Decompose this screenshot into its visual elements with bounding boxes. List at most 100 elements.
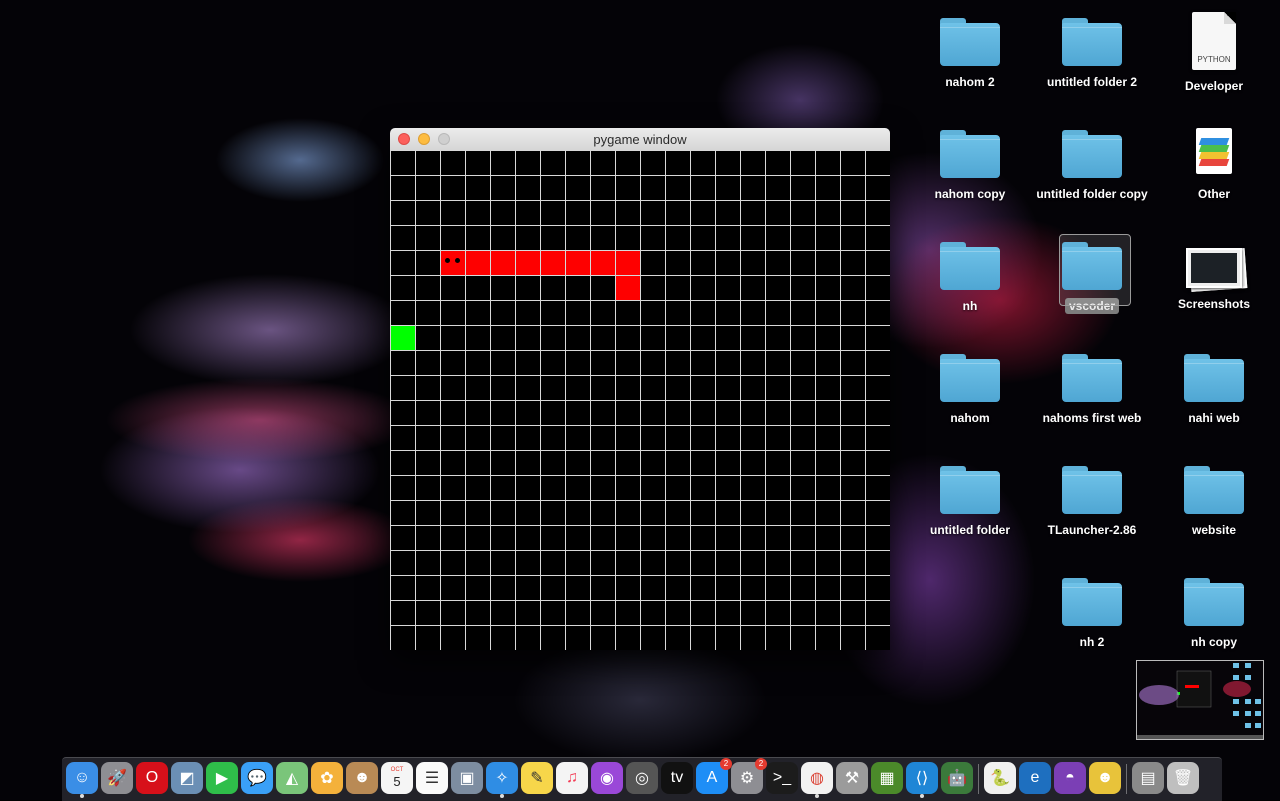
desktop-item-label: Developer: [1184, 79, 1244, 93]
dock-item-glyph: e: [1030, 769, 1040, 786]
edge-icon[interactable]: e: [1019, 762, 1051, 794]
purple-app-icon[interactable]: ◓: [1054, 762, 1086, 794]
safari-icon[interactable]: ✧: [486, 762, 518, 798]
folder-icon: [1184, 354, 1244, 402]
minecraft-icon[interactable]: ▦: [871, 762, 903, 794]
automator-icon[interactable]: ⚒: [836, 762, 868, 794]
folder-icon: [940, 130, 1000, 178]
cyberduck-icon[interactable]: ☻: [1089, 762, 1121, 794]
launchpad-icon[interactable]: 🚀: [101, 762, 133, 794]
android-icon[interactable]: 🤖: [941, 762, 973, 794]
folder-icon: [1062, 354, 1122, 402]
chrome-icon[interactable]: ◍: [801, 762, 833, 798]
snake-body-segment: [616, 251, 640, 275]
facetime-icon[interactable]: ▶: [206, 762, 238, 794]
snake-head: [441, 251, 465, 275]
window-titlebar[interactable]: pygame window: [390, 128, 890, 151]
dock-item-glyph: 🤖: [947, 770, 967, 787]
running-indicator: [815, 794, 819, 798]
dock-item-glyph: ☺: [73, 769, 91, 786]
notes-icon[interactable]: ✎: [521, 762, 553, 794]
folder-icon: [1062, 18, 1122, 66]
folder-icon: [940, 242, 1000, 290]
desktop-item-nahom-2[interactable]: nahom 2: [910, 18, 1030, 91]
dock-item-glyph: ♫: [566, 769, 578, 786]
dock-item-glyph: ◍: [810, 770, 824, 787]
desktop-item-nh-2[interactable]: nh 2: [1032, 578, 1152, 651]
desktop-item-nahom[interactable]: nahom: [910, 354, 1030, 427]
running-indicator: [500, 794, 504, 798]
calendar-icon[interactable]: OCT 5: [381, 762, 413, 794]
dock-item-glyph: 🗑: [1172, 770, 1194, 787]
pygame-window[interactable]: pygame window: [390, 128, 890, 650]
screenshot-icon[interactable]: ◎: [626, 762, 658, 794]
screenshots-folder-icon: [1186, 248, 1248, 292]
desktop-item-label: TLauncher-2.86: [1047, 523, 1137, 537]
downloads-stack-icon[interactable]: ▤: [1132, 762, 1164, 794]
desktop-item-nahi-web[interactable]: nahi web: [1154, 354, 1274, 427]
reminders-icon[interactable]: ☰: [416, 762, 448, 794]
desktop-item-label: untitled folder: [930, 523, 1010, 537]
dock-item-glyph: ◓: [1065, 769, 1075, 786]
desktop-item-other[interactable]: Other: [1154, 128, 1274, 203]
thumbnail-image: [1137, 663, 1263, 739]
desktop-item-website[interactable]: website: [1154, 466, 1274, 539]
folder-icon: [940, 466, 1000, 514]
photos-icon[interactable]: ✿: [311, 762, 343, 794]
desktop-item-untitled-folder-copy[interactable]: untitled folder copy: [1032, 130, 1152, 203]
snake-left-eye: [445, 258, 450, 263]
desktop-item-label: nahi web: [1188, 411, 1240, 425]
maps-icon[interactable]: ◭: [276, 762, 308, 794]
dock-item-glyph: ▣: [459, 770, 475, 787]
desktop-item-nahoms-first-web[interactable]: nahoms first web: [1032, 354, 1152, 427]
dock-item-glyph: ▶: [215, 770, 229, 787]
snake-game-board[interactable]: [390, 150, 890, 650]
desktop-item-label: nahom 2: [945, 75, 995, 89]
folder-icon: [940, 18, 1000, 66]
dock-item-glyph: ⟨⟩: [915, 770, 929, 787]
contacts-icon[interactable]: ☻: [346, 762, 378, 794]
dock: ☺ 🚀 O ◩ ▶ 💬 ◭ ✿ ☻ OCT 5 ☰ ▣ ✧ ✎ ♫ ◉ ◎ tv A 2 ⚙ 2 >_ ◍ ⚒ ▦ ⟨⟩ 🤖 🐍 e ◓ ☻ ▤ 🗑: [62, 757, 1222, 801]
system-preferences-icon[interactable]: ⚙ 2: [731, 758, 767, 794]
dock-item-glyph: ◩: [179, 770, 195, 787]
apple-tv-icon[interactable]: tv: [661, 762, 693, 794]
dock-item-glyph: ☻: [353, 769, 371, 786]
dock-item-glyph: ✎: [530, 770, 544, 787]
trash-icon[interactable]: 🗑: [1167, 762, 1199, 794]
finder-icon[interactable]: ☺: [66, 762, 98, 798]
folder-icon: [1062, 130, 1122, 178]
desktop-item-nh[interactable]: nh: [910, 242, 1030, 315]
snake-body-segment: [591, 251, 615, 275]
folder-icon: [940, 354, 1000, 402]
dock-item-glyph: ⚙: [739, 770, 755, 787]
messages-icon[interactable]: 💬: [241, 762, 273, 794]
image-capture-icon[interactable]: ▣: [451, 762, 483, 794]
desktop-item-untitled-folder-2[interactable]: untitled folder 2: [1032, 18, 1152, 91]
screenshot-preview-thumbnail[interactable]: [1136, 660, 1264, 740]
desktop-item-nh-copy[interactable]: nh copy: [1154, 578, 1274, 651]
desktop-item-vscoder[interactable]: vscoder: [1032, 234, 1152, 315]
desktop-item-nahom-copy[interactable]: nahom copy: [910, 130, 1030, 203]
desktop-item-label: nahom copy: [934, 187, 1006, 201]
python-launcher-icon[interactable]: 🐍: [984, 762, 1016, 794]
python-document-icon: PYTHON: [1192, 12, 1236, 70]
snake-body-segment: [616, 276, 640, 300]
terminal-icon[interactable]: >_: [766, 762, 798, 794]
document-icon-text: PYTHON: [1197, 55, 1231, 64]
music-icon[interactable]: ♫: [556, 762, 588, 794]
desktop-item-developer[interactable]: PYTHON Developer: [1154, 12, 1274, 95]
app-store-icon[interactable]: A2: [696, 758, 732, 794]
dock-separator: [1126, 764, 1127, 794]
desktop-item-label: nh: [962, 299, 978, 313]
dock-item-glyph: 🚀: [107, 770, 127, 787]
opera-icon[interactable]: O: [136, 762, 168, 794]
desktop-item-screenshots[interactable]: Screenshots: [1154, 242, 1274, 313]
vscode-icon[interactable]: ⟨⟩: [906, 762, 938, 798]
preview-icon[interactable]: ◩: [171, 762, 203, 794]
dock-item-glyph: ◉: [600, 770, 614, 787]
desktop-item-untitled-folder[interactable]: untitled folder: [910, 466, 1030, 539]
dock-item-glyph: ☰: [424, 770, 440, 787]
dock-item-glyph: ✧: [495, 770, 509, 787]
desktop-item-tlauncher-2-86[interactable]: TLauncher-2.86: [1032, 466, 1152, 539]
podcasts-icon[interactable]: ◉: [591, 762, 623, 794]
